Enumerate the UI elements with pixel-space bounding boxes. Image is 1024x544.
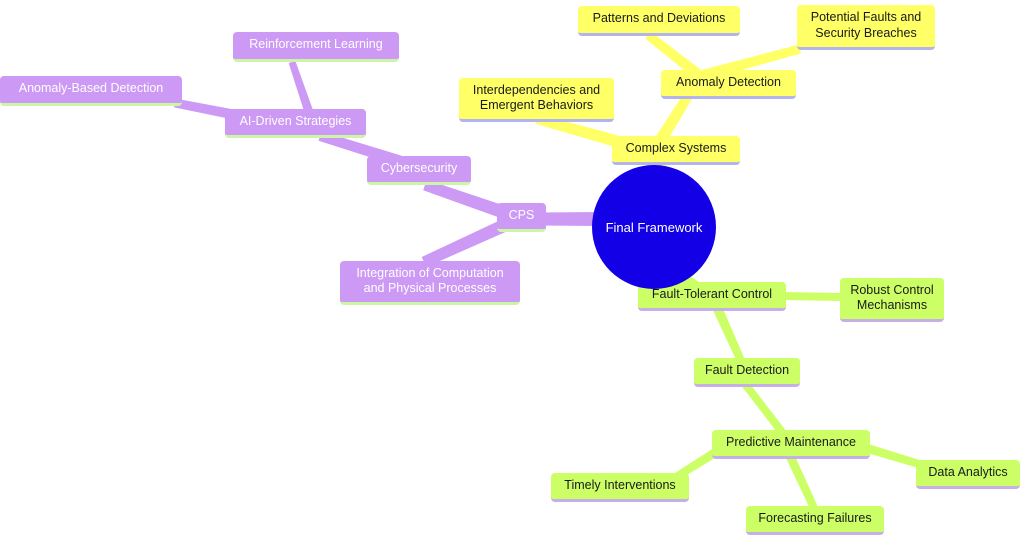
node-forecasting-failures[interactable]: Forecasting Failures bbox=[746, 506, 884, 535]
edge-predictive-to-forecasting bbox=[785, 454, 819, 512]
edge-cps-to-cybersecurity bbox=[423, 179, 506, 219]
node-data-analytics[interactable]: Data Analytics bbox=[916, 460, 1020, 489]
node-label-cps: CPS bbox=[508, 207, 535, 222]
node-integration-of-computation-and-physical-processes[interactable]: Integration of Computation and Physical … bbox=[340, 261, 520, 305]
node-reinforcement-learning[interactable]: Reinforcement Learning bbox=[233, 32, 399, 62]
node-complex-systems[interactable]: Complex Systems bbox=[612, 136, 740, 165]
edge-fault-tolerant-to-fault-detection bbox=[711, 302, 746, 365]
node-label-patterns-and-deviations: Patterns and Deviations bbox=[592, 11, 726, 26]
node-label-predictive-maintenance: Predictive Maintenance bbox=[726, 434, 856, 449]
edge-cps-to-integration bbox=[421, 220, 506, 267]
node-label-timely-interventions: Timely Interventions bbox=[564, 477, 676, 492]
mind-map-canvas: Final Framework Patterns and Deviations Po… bbox=[0, 0, 1024, 544]
node-label-fault-detection: Fault Detection bbox=[704, 362, 790, 377]
node-label-anomaly-detection: Anomaly Detection bbox=[676, 74, 781, 89]
node-label-interdependencies-and-emergent-behaviors: Interdependencies and Emergent Behaviors bbox=[472, 82, 601, 112]
node-fault-detection[interactable]: Fault Detection bbox=[694, 358, 800, 387]
root-node-label: Final Framework bbox=[605, 219, 703, 235]
edge-fault-tolerant-to-robust bbox=[781, 292, 844, 301]
node-cps[interactable]: CPS bbox=[497, 203, 546, 232]
node-label-robust-control-mechanisms: Robust Control Mechanisms bbox=[850, 282, 934, 312]
node-label-complex-systems: Complex Systems bbox=[625, 140, 727, 155]
edge-root-to-cps bbox=[540, 212, 600, 226]
edge-predictive-to-data-analytics bbox=[864, 443, 921, 468]
node-label-integration-of-computation-and-physical-processes: Integration of Computation and Physical … bbox=[356, 265, 504, 295]
node-anomaly-based-detection[interactable]: Anomaly-Based Detection bbox=[0, 76, 182, 106]
node-label-data-analytics: Data Analytics bbox=[928, 464, 1008, 479]
node-robust-control-mechanisms[interactable]: Robust Control Mechanisms bbox=[840, 278, 944, 322]
edge-ai-driven-to-anomaly-based bbox=[174, 98, 232, 119]
node-label-anomaly-based-detection: Anomaly-Based Detection bbox=[18, 81, 164, 96]
node-label-fault-tolerant-control: Fault-Tolerant Control bbox=[651, 286, 773, 301]
node-interdependencies-and-emergent-behaviors[interactable]: Interdependencies and Emergent Behaviors bbox=[459, 78, 614, 122]
node-cybersecurity[interactable]: Cybersecurity bbox=[367, 156, 471, 185]
node-ai-driven-strategies[interactable]: AI-Driven Strategies bbox=[225, 109, 366, 138]
node-predictive-maintenance[interactable]: Predictive Maintenance bbox=[712, 430, 870, 459]
node-label-ai-driven-strategies: AI-Driven Strategies bbox=[239, 113, 352, 128]
root-node-final-framework[interactable]: Final Framework bbox=[592, 165, 716, 289]
node-patterns-and-deviations[interactable]: Patterns and Deviations bbox=[578, 6, 740, 36]
node-label-cybersecurity: Cybersecurity bbox=[380, 160, 458, 175]
node-anomaly-detection[interactable]: Anomaly Detection bbox=[661, 70, 796, 99]
node-label-reinforcement-learning: Reinforcement Learning bbox=[249, 37, 383, 52]
node-label-potential-faults-and-security-breaches: Potential Faults and Security Breaches bbox=[810, 10, 922, 40]
node-potential-faults-and-security-breaches[interactable]: Potential Faults and Security Breaches bbox=[797, 5, 935, 50]
node-label-forecasting-failures: Forecasting Failures bbox=[758, 510, 872, 525]
node-timely-interventions[interactable]: Timely Interventions bbox=[551, 473, 689, 502]
